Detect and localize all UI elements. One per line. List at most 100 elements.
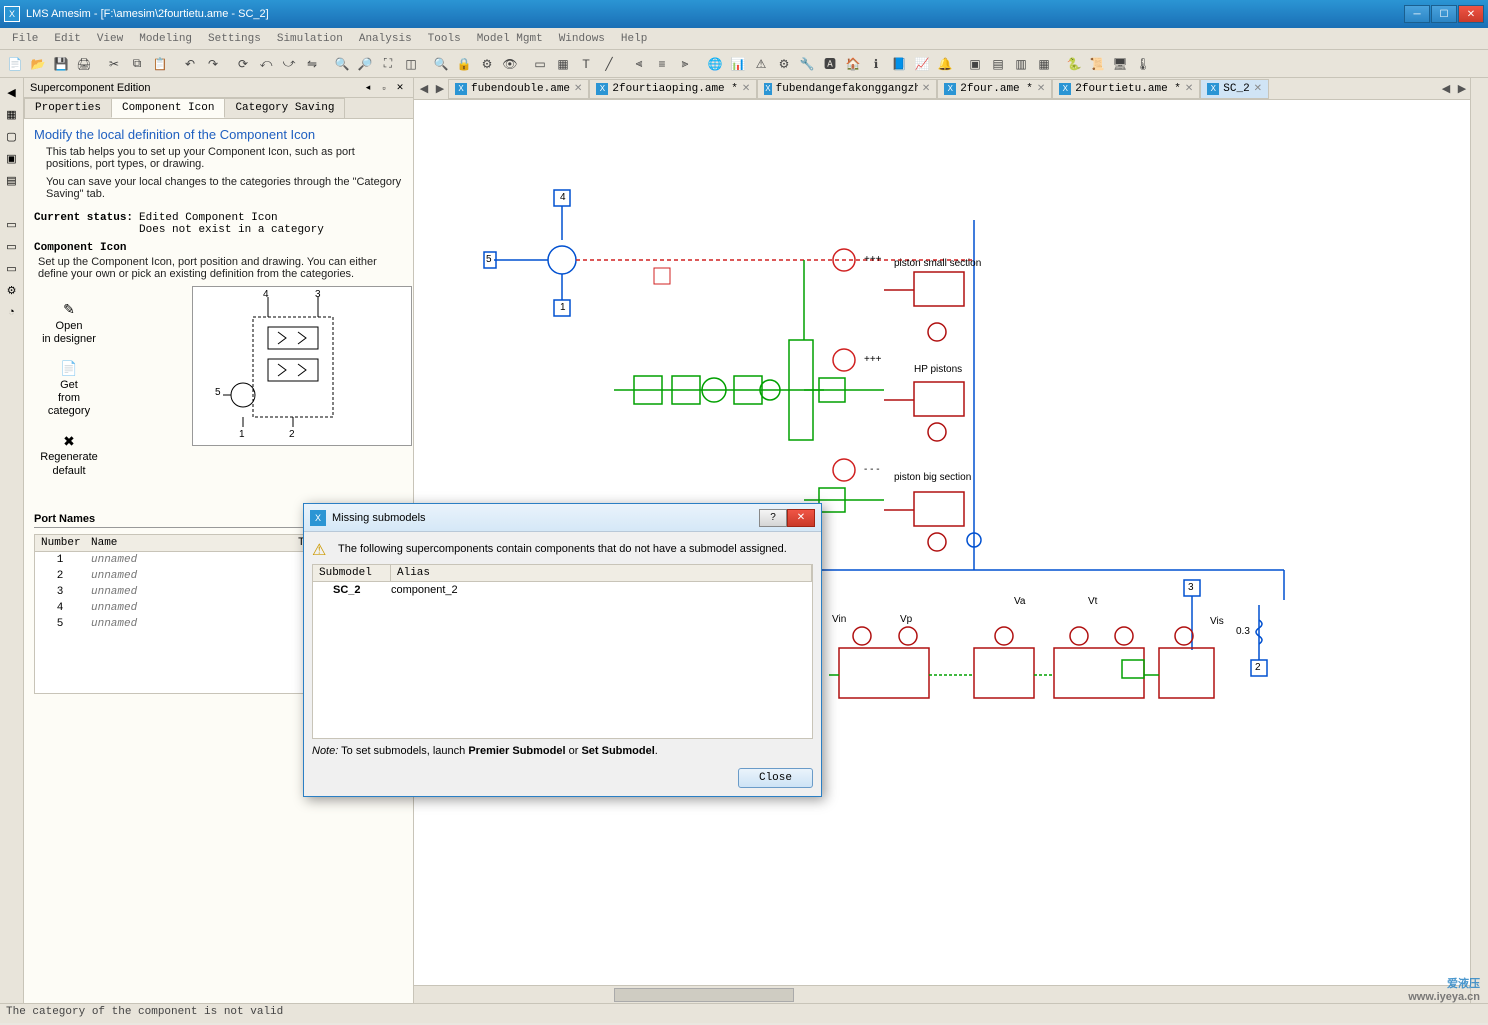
- temp-icon[interactable]: 🌡: [1132, 53, 1154, 75]
- dialog-help-button[interactable]: ?: [759, 509, 787, 527]
- zoom-out-icon[interactable]: 🔎: [354, 53, 376, 75]
- panel-back-icon[interactable]: ◂: [361, 81, 375, 95]
- menu-simulation[interactable]: Simulation: [269, 30, 351, 48]
- paste-icon[interactable]: 📋: [149, 53, 171, 75]
- book-icon[interactable]: 📘: [888, 53, 910, 75]
- page3-icon[interactable]: ▭: [2, 258, 22, 278]
- chart3-icon[interactable]: ◔: [2, 302, 22, 322]
- icon-action-0[interactable]: ✎Openin designer: [34, 296, 104, 351]
- menu-view[interactable]: View: [89, 30, 131, 48]
- lock-icon[interactable]: 🔒: [453, 53, 475, 75]
- refresh-icon[interactable]: ⟳: [232, 53, 254, 75]
- warning-icon[interactable]: ⚠: [750, 53, 772, 75]
- apps-icon[interactable]: 🅰: [819, 53, 841, 75]
- tab-nav-right-icon[interactable]: ▶: [1454, 79, 1470, 99]
- panel-float-icon[interactable]: ▫: [377, 81, 391, 95]
- tool-b-icon[interactable]: ▤: [987, 53, 1009, 75]
- menu-file[interactable]: File: [4, 30, 46, 48]
- zoom-region-icon[interactable]: ◫: [400, 53, 422, 75]
- new-icon[interactable]: 📄: [4, 53, 26, 75]
- horizontal-scrollbar[interactable]: [414, 985, 1470, 1003]
- undo-icon[interactable]: ↶: [179, 53, 201, 75]
- tab-scroll-left-icon[interactable]: ◀: [416, 79, 432, 99]
- doc-tab-close-icon[interactable]: ✕: [574, 83, 582, 94]
- dialog-row[interactable]: SC_2component_2: [313, 582, 812, 598]
- chart-icon[interactable]: 📊: [727, 53, 749, 75]
- copy-icon[interactable]: ⧉: [126, 53, 148, 75]
- info-icon[interactable]: ℹ: [865, 53, 887, 75]
- doc-tab-3[interactable]: X2four.ame *✕: [937, 79, 1052, 99]
- script-icon[interactable]: 📜: [1086, 53, 1108, 75]
- watch-icon[interactable]: 👁: [499, 53, 521, 75]
- print-icon[interactable]: 🖨: [73, 53, 95, 75]
- panel-tab-properties[interactable]: Properties: [24, 98, 112, 118]
- icon-action-1[interactable]: 📄Getfrom category: [34, 355, 104, 423]
- menu-settings[interactable]: Settings: [200, 30, 269, 48]
- arrow-left-icon[interactable]: ◀: [2, 82, 22, 102]
- page2-icon[interactable]: ▭: [2, 236, 22, 256]
- col-alias[interactable]: Alias: [391, 565, 812, 581]
- zoom-fit-icon[interactable]: ⛶: [377, 53, 399, 75]
- doc-tab-close-icon[interactable]: ✕: [1185, 83, 1193, 94]
- align-center-icon[interactable]: ≡: [651, 53, 673, 75]
- maximize-button[interactable]: ☐: [1431, 5, 1457, 23]
- tab-scroll-right-icon[interactable]: ▶: [432, 79, 448, 99]
- menu-model-mgmt[interactable]: Model Mgmt: [469, 30, 551, 48]
- blue-block-icon[interactable]: ▣: [2, 148, 22, 168]
- align-right-icon[interactable]: ⫸: [674, 53, 696, 75]
- text-icon[interactable]: T: [575, 53, 597, 75]
- col-name[interactable]: Name: [85, 535, 292, 551]
- tool-a-icon[interactable]: ▣: [964, 53, 986, 75]
- flip-icon[interactable]: ⇋: [301, 53, 323, 75]
- panel-tab-component-icon[interactable]: Component Icon: [111, 98, 225, 118]
- align-left-icon[interactable]: ⫷: [628, 53, 650, 75]
- home-icon[interactable]: 🏠: [842, 53, 864, 75]
- bell-icon[interactable]: 🔔: [934, 53, 956, 75]
- menu-analysis[interactable]: Analysis: [351, 30, 420, 48]
- red-block-icon[interactable]: ▤: [2, 170, 22, 190]
- dialog-close-button[interactable]: ✕: [787, 509, 815, 527]
- menu-modeling[interactable]: Modeling: [131, 30, 200, 48]
- zoom-in-icon[interactable]: 🔍: [331, 53, 353, 75]
- doc-tab-close-icon[interactable]: ✕: [922, 83, 930, 94]
- doc-tab-close-icon[interactable]: ✕: [1037, 83, 1045, 94]
- select-icon[interactable]: ▭: [529, 53, 551, 75]
- rotate-right-icon[interactable]: ⤻: [278, 53, 300, 75]
- menu-edit[interactable]: Edit: [46, 30, 88, 48]
- icon-action-2[interactable]: ✖Regeneratedefault: [34, 428, 104, 483]
- doc-tab-1[interactable]: X2fourtiaoping.ame *✕: [589, 79, 757, 99]
- tool-c-icon[interactable]: ▥: [1010, 53, 1032, 75]
- doc-tab-5[interactable]: XSC_2✕: [1200, 79, 1269, 99]
- panel-tab-category-saving[interactable]: Category Saving: [224, 98, 345, 118]
- line-icon[interactable]: ╱: [598, 53, 620, 75]
- group-icon[interactable]: ▦: [552, 53, 574, 75]
- menu-help[interactable]: Help: [613, 30, 655, 48]
- doc-tab-close-icon[interactable]: ✕: [1254, 83, 1262, 94]
- open-icon[interactable]: 📂: [27, 53, 49, 75]
- col-number[interactable]: Number: [35, 535, 85, 551]
- wrench-icon[interactable]: 🔧: [796, 53, 818, 75]
- cut-icon[interactable]: ✂: [103, 53, 125, 75]
- filter-icon[interactable]: ▦: [2, 104, 22, 124]
- right-scrollbar[interactable]: [1470, 78, 1488, 1003]
- doc-tab-2[interactable]: Xfubendangefakonggangzhengxian.ame *✕: [757, 79, 937, 99]
- parameters-icon[interactable]: ⚙: [476, 53, 498, 75]
- tool-d-icon[interactable]: ▦: [1033, 53, 1055, 75]
- doc-tab-close-icon[interactable]: ✕: [742, 83, 750, 94]
- gear2-icon[interactable]: ⚙: [2, 280, 22, 300]
- minimize-button[interactable]: ─: [1404, 5, 1430, 23]
- search-icon[interactable]: 🔍: [430, 53, 452, 75]
- python-icon[interactable]: 🐍: [1063, 53, 1085, 75]
- menu-windows[interactable]: Windows: [551, 30, 613, 48]
- tab-nav-left-icon[interactable]: ◀: [1438, 79, 1454, 99]
- gear-icon[interactable]: ⚙: [773, 53, 795, 75]
- doc-tab-0[interactable]: Xfubendouble.ame✕: [448, 79, 589, 99]
- menu-tools[interactable]: Tools: [420, 30, 469, 48]
- monitor-icon[interactable]: 🖥: [1109, 53, 1131, 75]
- chart2-icon[interactable]: 📈: [911, 53, 933, 75]
- dialog-close-btn[interactable]: Close: [738, 768, 813, 788]
- doc-tab-4[interactable]: X2fourtietu.ame *✕: [1052, 79, 1200, 99]
- panel-close-icon[interactable]: ✕: [393, 81, 407, 95]
- globe-icon[interactable]: 🌐: [704, 53, 726, 75]
- save-icon[interactable]: 💾: [50, 53, 72, 75]
